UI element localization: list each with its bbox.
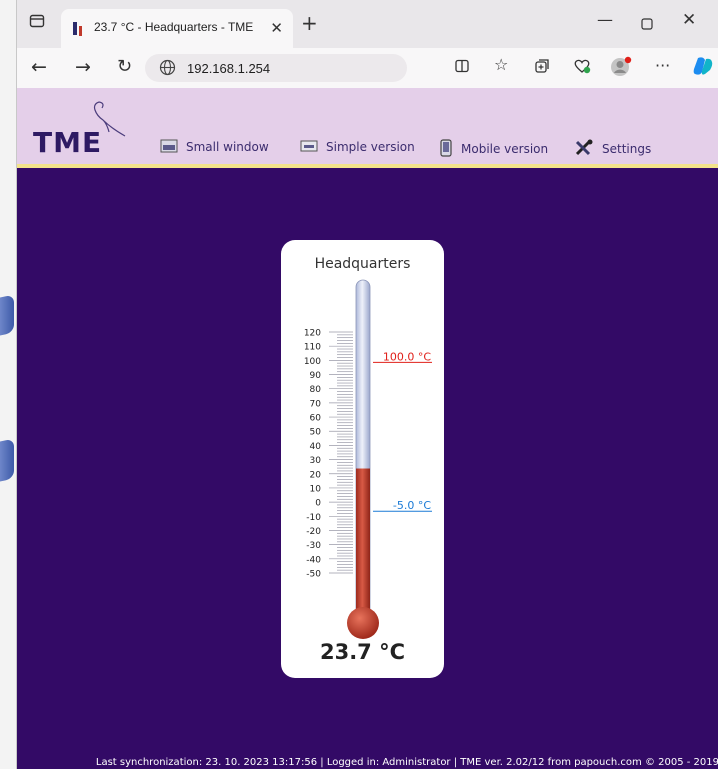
forward-icon[interactable]: → [75,56,91,78]
tab-title: 23.7 °C - Headquarters - TME [94,20,254,34]
url-text: 192.168.1.254 [187,61,271,76]
settings-icon [574,139,594,160]
nav-small-window[interactable]: Small window [160,139,269,156]
scale-label: 30 [310,456,322,466]
tme-logo: TME [33,126,103,159]
nav-mobile-version[interactable]: Mobile version [439,139,548,160]
desktop-decoration [0,294,14,336]
nav-label: Small window [186,140,269,154]
scale-label: 100 [304,357,321,367]
scale-label: 120 [304,329,321,339]
nav-label: Settings [602,142,652,156]
page-header: TME Small window Simple version Mobile v… [17,88,718,168]
more-menu-icon[interactable]: ··· [655,56,670,75]
scale-label: -10 [306,513,321,523]
scale-label: -20 [306,527,321,537]
address-toolbar: ← → ↻ 192.168.1.254 ☆ ··· [17,48,718,89]
browser-window: 23.7 °C - Headquarters - TME ✕ + — ✕ ← →… [16,0,718,769]
nav-simple-version[interactable]: Simple version [300,139,415,156]
thermometer-bulb [347,607,379,639]
scale-label: 90 [310,371,322,381]
nav-label: Simple version [326,140,415,154]
scale-label: -40 [306,555,321,565]
scale-label: -30 [306,541,321,551]
thermometer-gauge: 1201101009080706050403020100-10-20-30-40… [304,279,432,639]
favorites-icon[interactable]: ☆ [494,55,508,74]
profile-avatar-icon[interactable] [610,56,632,82]
copilot-icon[interactable] [692,55,714,81]
scale-label: -50 [306,570,321,580]
browser-essentials-icon[interactable] [573,58,591,78]
minimize-icon[interactable]: — [597,10,613,29]
close-window-icon[interactable]: ✕ [682,10,696,30]
scale-label: 40 [310,442,322,452]
mobile-icon [439,139,453,160]
upper-limit-label: 100.0 °C [383,350,431,363]
close-tab-icon[interactable]: ✕ [270,19,283,37]
new-tab-icon[interactable]: + [301,11,318,35]
nav-label: Mobile version [461,142,549,156]
lower-limit-label: -5.0 °C [393,499,431,512]
thermometer-favicon-icon [72,21,84,37]
small-window-icon [160,139,178,156]
thermometer-card: Headquarters 120 110 100 90 80 70 60 50 40 30 20 10… [281,240,444,678]
title-bar: 23.7 °C - Headquarters - TME ✕ + — ✕ [17,0,718,48]
simple-version-icon [300,139,318,156]
scale-label: 50 [310,428,322,438]
collections-icon[interactable] [534,58,550,78]
tab-actions-icon[interactable] [29,13,45,33]
nav-settings[interactable]: Settings [574,139,651,160]
back-icon[interactable]: ← [31,56,47,78]
address-field[interactable]: 192.168.1.254 [145,54,407,82]
browser-tab[interactable]: 23.7 °C - Headquarters - TME ✕ [61,9,293,48]
scale-label: 60 [310,414,322,424]
split-screen-icon[interactable] [454,58,470,78]
globe-icon [159,59,176,80]
desktop-decoration [0,438,14,482]
desktop-edge [0,0,16,769]
scale-label: 0 [315,499,321,509]
status-footer: Last synchronization: 23. 10. 2023 13:17… [95,757,718,768]
mercury-column [356,468,370,612]
tme-web-page: TME Small window Simple version Mobile v… [17,88,718,769]
temperature-reading: 23.7 °C [319,640,406,664]
refresh-icon[interactable]: ↻ [117,56,132,77]
maximize-icon[interactable] [641,15,653,34]
scale-label: 20 [310,470,322,480]
scale-label: 110 [304,343,321,353]
scale-label: 70 [310,399,322,409]
scale-label: 80 [310,385,322,395]
scale-label: 10 [310,484,322,494]
